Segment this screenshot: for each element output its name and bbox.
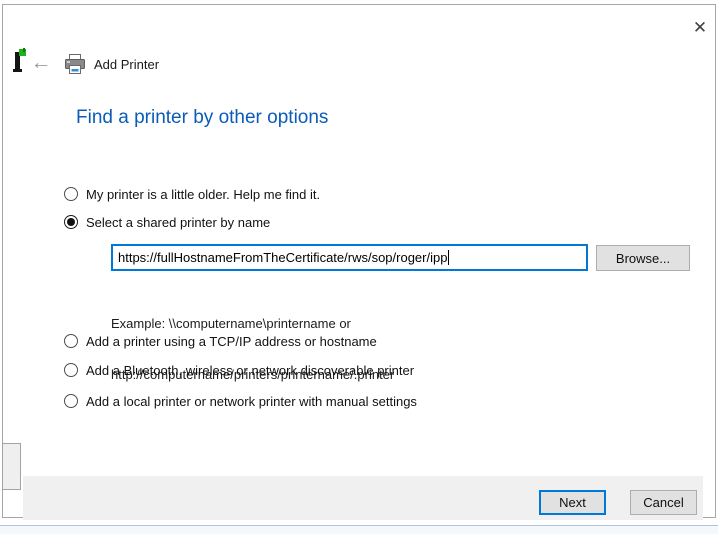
radio-icon[interactable]: [64, 363, 78, 377]
page-title: Find a printer by other options: [76, 107, 328, 129]
radio-label: My printer is a little older. Help me fi…: [86, 187, 320, 202]
printer-name-value: https://fullHostnameFromTheCertificate/r…: [118, 250, 447, 265]
background-window-edge: [0, 525, 718, 534]
radio-icon[interactable]: [64, 334, 78, 348]
dialog-header: ← Add Printer: [3, 47, 715, 81]
radio-option-local-printer[interactable]: Add a local printer or network printer w…: [64, 393, 417, 409]
radio-icon[interactable]: [64, 187, 78, 201]
back-button[interactable]: ←: [28, 50, 54, 76]
printer-icon: [63, 53, 87, 81]
radio-icon[interactable]: [64, 394, 78, 408]
radio-option-older-printer[interactable]: My printer is a little older. Help me fi…: [64, 186, 320, 202]
printer-name-input[interactable]: https://fullHostnameFromTheCertificate/r…: [111, 244, 588, 271]
radio-option-tcpip[interactable]: Add a printer using a TCP/IP address or …: [64, 333, 377, 349]
browse-button[interactable]: Browse...: [596, 245, 690, 271]
close-button[interactable]: ✕: [687, 15, 713, 41]
background-window-fragment: [2, 443, 21, 490]
text-caret: [448, 250, 449, 265]
radio-option-bluetooth[interactable]: Add a Bluetooth, wireless or network dis…: [64, 362, 414, 378]
cancel-button[interactable]: Cancel: [630, 490, 697, 515]
radio-icon-selected[interactable]: [64, 215, 78, 229]
add-printer-dialog: ✕ ←: [2, 4, 716, 518]
back-arrow-icon: ←: [31, 51, 52, 75]
window-title: Add Printer: [94, 57, 159, 72]
radio-label: Select a shared printer by name: [86, 215, 270, 230]
close-icon: ✕: [693, 18, 707, 38]
screen: ✕ ←: [0, 0, 718, 534]
next-button[interactable]: Next: [539, 490, 606, 515]
radio-label: Add a local printer or network printer w…: [86, 394, 417, 409]
radio-label: Add a Bluetooth, wireless or network dis…: [86, 363, 414, 378]
radio-label: Add a printer using a TCP/IP address or …: [86, 334, 377, 349]
radio-option-shared-printer[interactable]: Select a shared printer by name: [64, 214, 270, 230]
example-line-1: Example: \\computername\printername or: [111, 315, 394, 332]
app-flag-icon: [11, 48, 27, 81]
